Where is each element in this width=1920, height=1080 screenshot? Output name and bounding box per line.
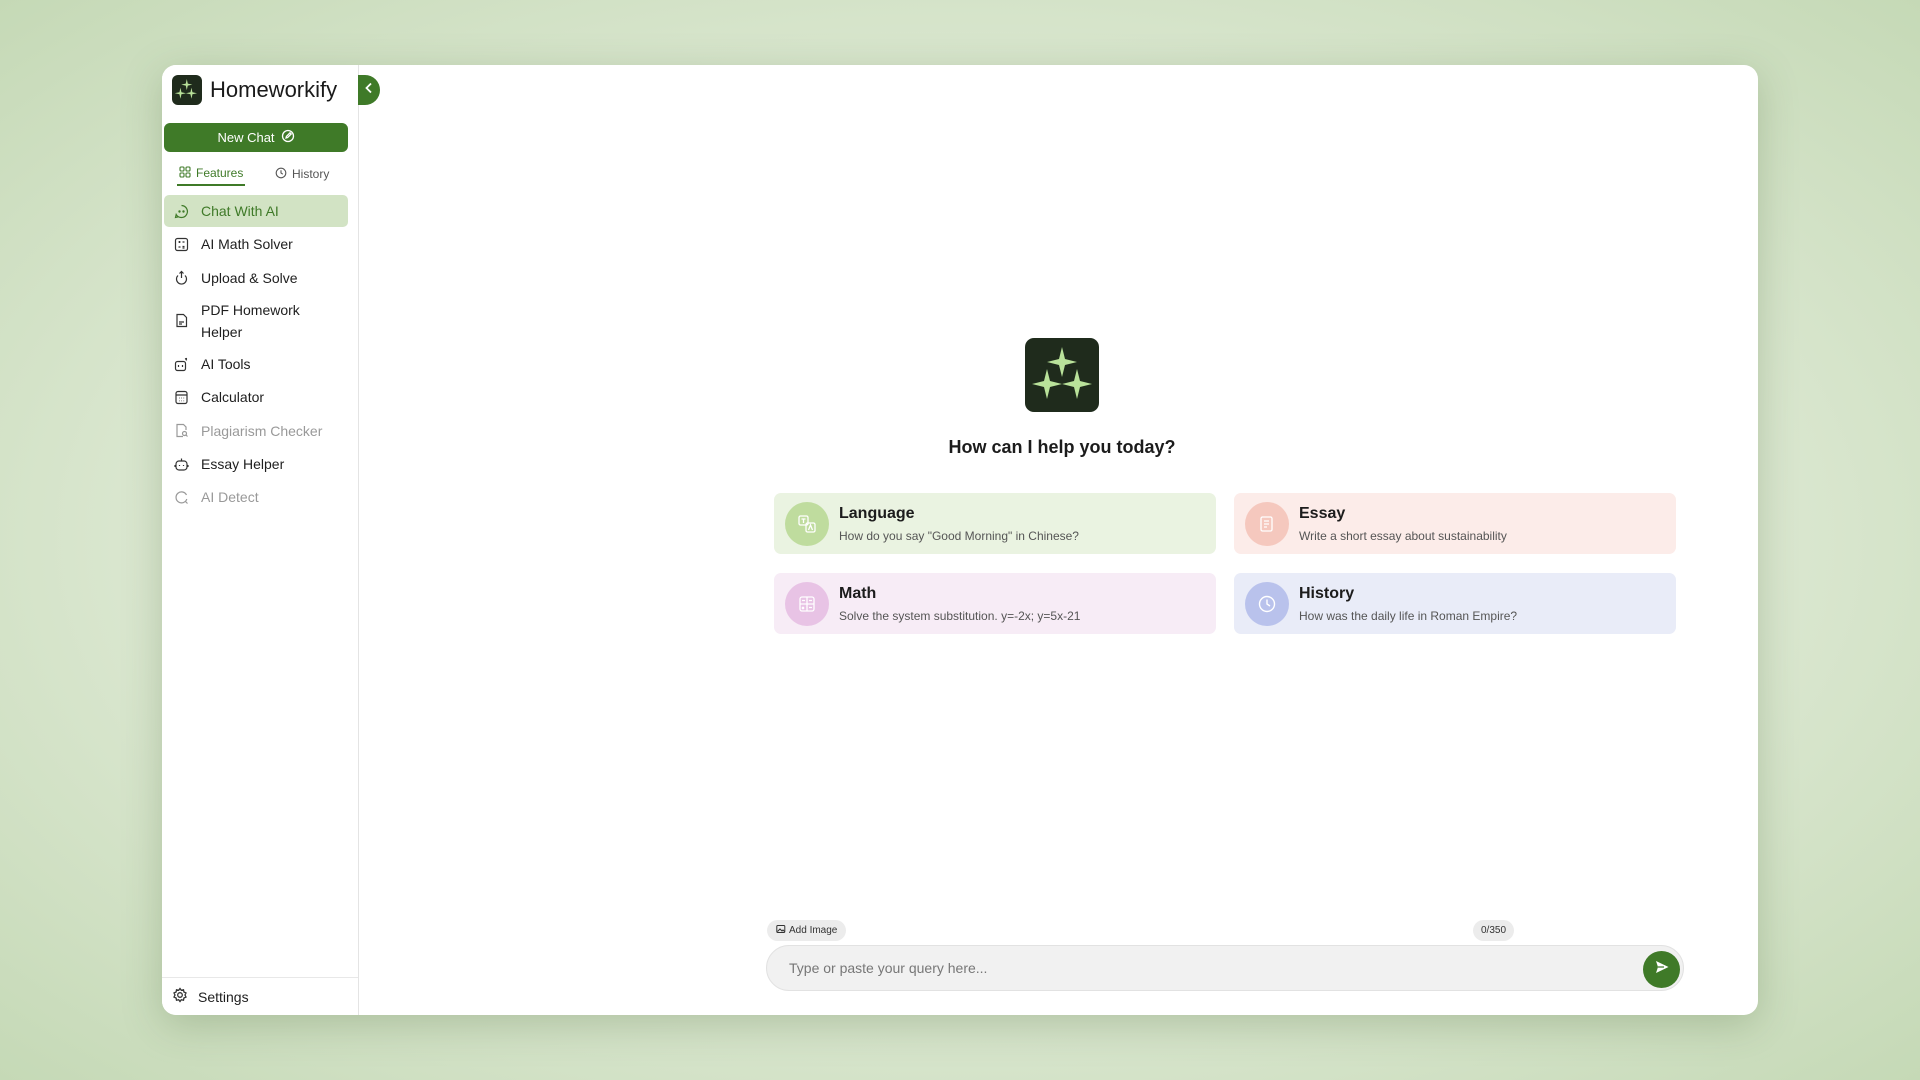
- add-image-button[interactable]: Add Image: [767, 920, 847, 941]
- sidebar-item-label: AI Detect: [201, 489, 259, 506]
- sidebar-item-pdf-homework-helper[interactable]: PDF Homework Helper: [164, 295, 348, 347]
- sidebar-item-ai-detect[interactable]: AI Detect: [164, 481, 348, 513]
- sidebar-tabs: Features History: [164, 162, 348, 190]
- sidebar-item-ai-math-solver[interactable]: AI Math Solver: [164, 228, 348, 260]
- card-title: Essay: [1299, 504, 1346, 522]
- suggestion-card-essay[interactable]: Essay Write a short essay about sustaina…: [1234, 493, 1676, 554]
- sidebar-item-label: Plagiarism Checker: [201, 422, 323, 439]
- sidebar-item-ai-tools[interactable]: AI Tools: [164, 348, 348, 380]
- pdf-icon: [174, 313, 189, 328]
- sidebar-item-label: AI Math Solver: [201, 236, 293, 253]
- card-description: How do you say "Good Morning" in Chinese…: [839, 528, 1079, 543]
- card-description: How was the daily life in Roman Empire?: [1299, 608, 1518, 623]
- sidebar-item-label: Chat With AI: [201, 203, 279, 219]
- robot-icon: [174, 457, 189, 472]
- tab-features-label: Features: [196, 166, 244, 180]
- card-title: Language: [839, 504, 915, 522]
- sidebar-item-plagiarism-checker[interactable]: Plagiarism Checker: [164, 415, 348, 447]
- calculator-grid-icon: [174, 237, 189, 252]
- card-description: Write a short essay about sustainability: [1299, 528, 1507, 543]
- calculator-icon: [174, 390, 189, 405]
- tab-history-label: History: [292, 167, 330, 181]
- app-window: Homeworkify New Chat Features History Ch…: [162, 65, 1758, 1015]
- settings-label: Settings: [198, 988, 249, 1005]
- sparkle-logo-icon: [172, 75, 202, 105]
- document-search-icon: [174, 423, 189, 438]
- new-chat-button[interactable]: New Chat: [164, 123, 348, 152]
- card-title: History: [1299, 584, 1355, 602]
- suggestion-card-language[interactable]: Language How do you say "Good Morning" i…: [774, 493, 1216, 554]
- image-icon: [776, 924, 786, 937]
- sidebar-item-label: Essay Helper: [201, 456, 285, 473]
- sidebar-item-label: AI Tools: [201, 356, 251, 373]
- math-icon: [785, 581, 829, 626]
- sidebar-item-essay-helper[interactable]: Essay Helper: [164, 448, 348, 480]
- card-title: Math: [839, 584, 877, 602]
- query-input[interactable]: [789, 946, 1609, 990]
- greeting-title: How can I help you today?: [948, 437, 1176, 457]
- sidebar-item-label: Calculator: [201, 389, 265, 406]
- detect-icon: [174, 490, 189, 505]
- grid-icon: [179, 165, 191, 181]
- sidebar: Homeworkify New Chat Features History Ch…: [162, 65, 359, 1015]
- tab-features[interactable]: Features: [177, 162, 246, 186]
- sidebar-item-calculator[interactable]: Calculator: [164, 381, 348, 413]
- main-panel: How can I help you today? Language How d…: [360, 65, 1758, 1015]
- send-icon: [1654, 959, 1670, 980]
- app-name: Homeworkify: [210, 77, 338, 102]
- sidebar-item-label: Upload & Solve: [201, 269, 298, 286]
- sidebar-item-label: PDF Homework Helper: [201, 301, 300, 340]
- card-description: Solve the system substitution. y=-2x; y=…: [839, 608, 1081, 623]
- settings-button[interactable]: Settings: [162, 977, 358, 1015]
- tools-icon: [174, 357, 189, 372]
- chat-icon: [174, 204, 189, 219]
- pen-icon: [1245, 501, 1289, 546]
- suggestion-card-math[interactable]: Math Solve the system substitution. y=-2…: [774, 573, 1216, 634]
- add-image-label: Add Image: [789, 925, 838, 936]
- edit-icon: [281, 129, 295, 146]
- sparkle-hero-icon: [1025, 338, 1099, 412]
- gear-icon: [172, 987, 188, 1006]
- clock-icon: [1245, 581, 1289, 626]
- send-button[interactable]: [1643, 951, 1680, 988]
- new-chat-label: New Chat: [217, 130, 275, 145]
- brand[interactable]: Homeworkify: [172, 75, 337, 105]
- upload-icon: [174, 270, 189, 285]
- translate-icon: [785, 501, 829, 546]
- character-counter: 0/350: [1473, 920, 1515, 941]
- sidebar-nav: Chat With AI AI Math Solver Upload & Sol…: [164, 195, 348, 515]
- sidebar-item-upload-solve[interactable]: Upload & Solve: [164, 262, 348, 294]
- suggestion-card-history[interactable]: History How was the daily life in Roman …: [1234, 573, 1676, 634]
- tab-history[interactable]: History: [275, 162, 329, 186]
- clock-icon: [275, 167, 287, 182]
- query-box: [766, 945, 1684, 991]
- sidebar-item-chat-with-ai[interactable]: Chat With AI: [164, 195, 348, 227]
